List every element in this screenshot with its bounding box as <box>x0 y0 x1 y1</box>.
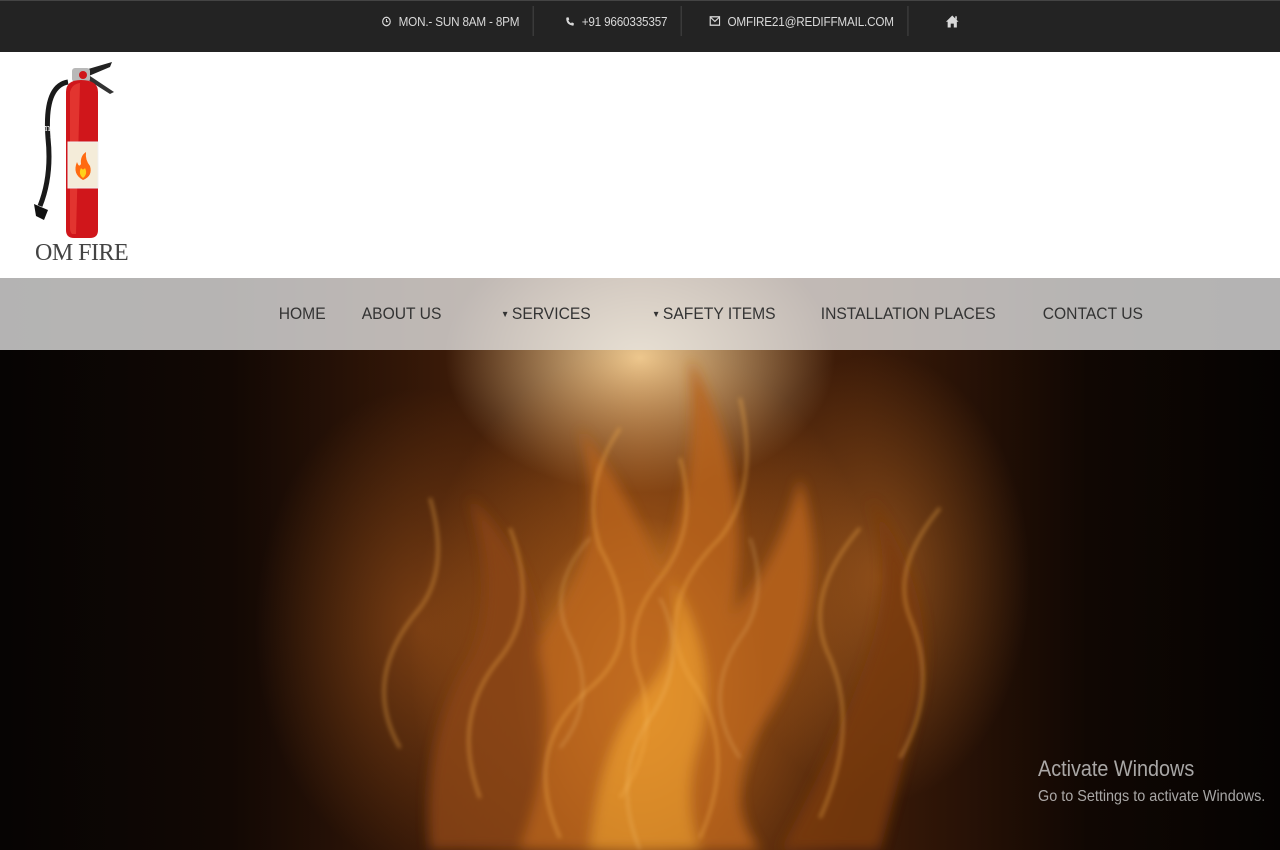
nav-safety-items-label[interactable]: SAFETY ITEMS <box>663 304 776 324</box>
main-nav: HOME ABOUT US ▼ SERVICES ▼ SAFETY ITEMS … <box>0 278 1280 350</box>
watermark-title: Activate Windows <box>1038 756 1195 781</box>
nav-services[interactable]: ▼ SERVICES <box>466 278 605 350</box>
nav-services-label[interactable]: SERVICES <box>512 304 591 324</box>
logo-badge-text: omfire <box>36 122 66 134</box>
home-link[interactable] <box>932 6 980 36</box>
hours-item: MON.- SUN 8AM - 8PM <box>368 6 534 36</box>
envelope-icon <box>709 16 721 26</box>
fire-extinguisher-icon <box>34 62 114 238</box>
nav-installation-places-label[interactable]: INSTALLATION PLACES <box>820 304 995 324</box>
phone-text[interactable]: +91 9660335357 <box>582 14 668 29</box>
logo[interactable]: omfire <box>30 58 130 270</box>
windows-activation-watermark: Activate Windows Go to Settings to activ… <box>1038 756 1280 806</box>
watermark-subtitle: Go to Settings to activate Windows. <box>1038 788 1266 805</box>
home-icon[interactable] <box>946 15 960 28</box>
nav-contact-us[interactable]: CONTACT US <box>1028 278 1158 350</box>
nav-safety-items[interactable]: ▼ SAFETY ITEMS <box>617 278 790 350</box>
site-header: omfire OM FIRE <box>0 52 1280 278</box>
nav-about-us-label[interactable]: ABOUT US <box>362 304 442 324</box>
hours-text: MON.- SUN 8AM - 8PM <box>398 13 520 29</box>
contact-info: MON.- SUN 8AM - 8PM +91 9660335357 OMFIR… <box>368 6 985 36</box>
nav-contact-us-label[interactable]: CONTACT US <box>1043 304 1143 324</box>
nav-list: HOME ABOUT US ▼ SERVICES ▼ SAFETY ITEMS … <box>264 278 1169 350</box>
caret-down-icon: ▼ <box>652 309 661 319</box>
clock-icon <box>382 16 391 26</box>
email-item[interactable]: OMFIRE21@REDIFFMAIL.COM <box>696 6 909 36</box>
logo-name[interactable]: OM FIRE <box>35 240 129 267</box>
caret-down-icon: ▼ <box>500 309 509 319</box>
phone-icon <box>566 16 574 26</box>
phone-item[interactable]: +91 9660335357 <box>552 6 682 36</box>
top-contact-bar: MON.- SUN 8AM - 8PM +91 9660335357 OMFIR… <box>0 0 1280 52</box>
nav-about-us[interactable]: ABOUT US <box>347 278 456 350</box>
email-text[interactable]: OMFIRE21@REDIFFMAIL.COM <box>728 14 895 29</box>
nav-home-label[interactable]: HOME <box>279 304 326 324</box>
nav-home[interactable]: HOME <box>264 278 340 350</box>
nav-installation-places[interactable]: INSTALLATION PLACES <box>806 278 1010 350</box>
